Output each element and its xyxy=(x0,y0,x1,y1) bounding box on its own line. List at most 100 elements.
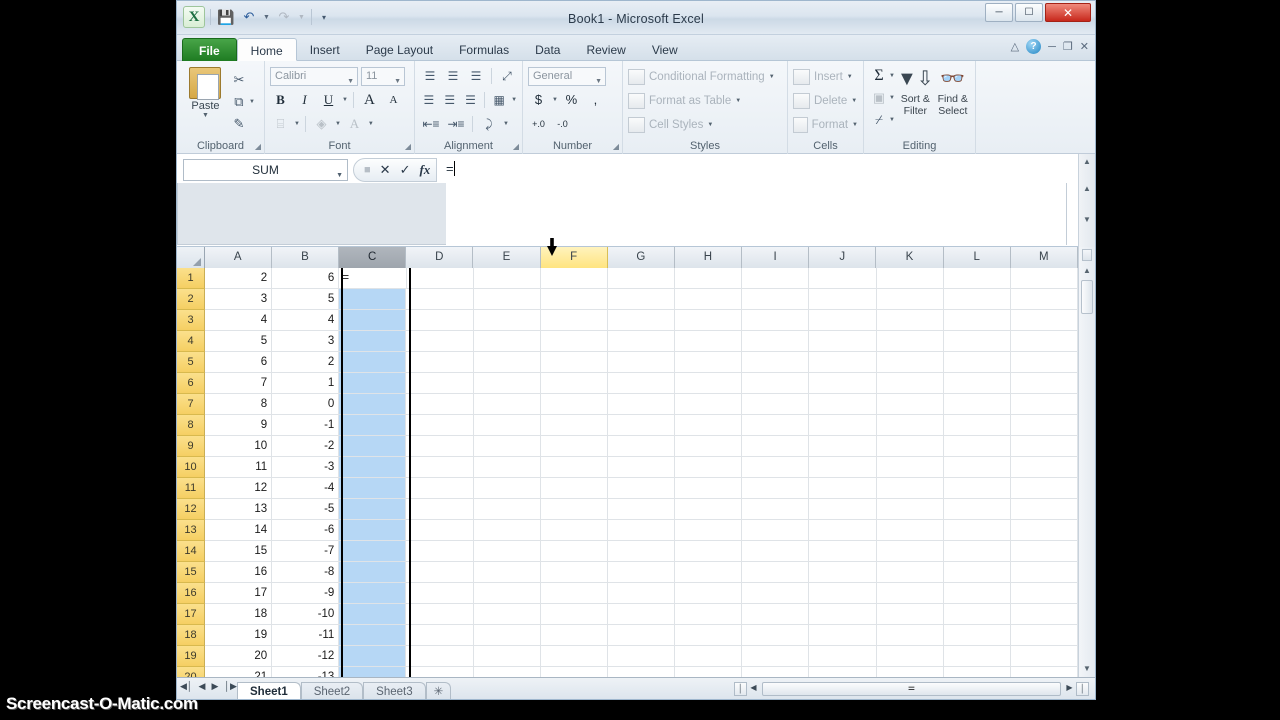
cell-J14[interactable] xyxy=(809,541,877,561)
cell-D17[interactable] xyxy=(406,604,474,624)
cell-C1[interactable]: = xyxy=(339,268,407,288)
column-header-k[interactable]: K xyxy=(876,247,944,268)
grow-font-button[interactable]: A xyxy=(359,90,380,110)
formula-scroll-up2-icon[interactable]: ▲ xyxy=(1079,184,1095,193)
cell-C15[interactable] xyxy=(339,562,407,582)
cell-L4[interactable] xyxy=(943,331,1011,351)
cell-C12[interactable] xyxy=(339,499,407,519)
cell-I17[interactable] xyxy=(742,604,810,624)
cell-C16[interactable] xyxy=(339,583,407,603)
cell-E11[interactable] xyxy=(473,478,541,498)
cell-G19[interactable] xyxy=(607,646,676,666)
cell-I10[interactable] xyxy=(742,457,810,477)
formula-scroll-up-icon[interactable]: ▲ xyxy=(1079,157,1095,166)
fill-color-dropdown-icon[interactable]: ▼ xyxy=(335,121,341,127)
cell-G1[interactable] xyxy=(607,268,676,288)
cell-I15[interactable] xyxy=(742,562,810,582)
cell-K10[interactable] xyxy=(876,457,944,477)
cell-L2[interactable] xyxy=(943,289,1011,309)
cell-B16[interactable]: -9 xyxy=(272,583,340,603)
cell-B17[interactable]: -10 xyxy=(272,604,340,624)
last-sheet-icon[interactable]: │▶ xyxy=(224,681,237,692)
increase-indent-button[interactable]: ⇥≡ xyxy=(445,114,467,134)
close-button[interactable]: ✕ xyxy=(1045,3,1091,22)
cell-F9[interactable] xyxy=(540,436,608,456)
sheet-tab-sheet1[interactable]: Sheet1 xyxy=(237,681,301,699)
hscroll-thumb[interactable]: ⚌ xyxy=(762,682,1061,696)
cell-G5[interactable] xyxy=(607,352,676,372)
cell-L18[interactable] xyxy=(943,625,1011,645)
cell-B15[interactable]: -8 xyxy=(272,562,340,582)
cell-L11[interactable] xyxy=(943,478,1011,498)
cell-H9[interactable] xyxy=(675,436,743,456)
cell-F20[interactable] xyxy=(540,667,608,677)
cell-J10[interactable] xyxy=(809,457,877,477)
cell-G15[interactable] xyxy=(607,562,676,582)
merge-dropdown-icon[interactable]: ▼ xyxy=(511,97,517,103)
align-right-button[interactable]: ☰ xyxy=(462,90,480,110)
formula-bar-expanded-right[interactable] xyxy=(446,183,1067,245)
format-cells-dropdown-icon[interactable]: ▼ xyxy=(852,122,858,128)
cell-J8[interactable] xyxy=(809,415,877,435)
cell-H6[interactable] xyxy=(675,373,743,393)
cell-E20[interactable] xyxy=(473,667,541,677)
font-size-dropdown-icon[interactable]: ▼ xyxy=(394,73,401,90)
increase-decimal-button[interactable]: +.0 xyxy=(528,114,549,134)
cell-J5[interactable] xyxy=(809,352,877,372)
cell-D4[interactable] xyxy=(406,331,474,351)
insert-function-icon[interactable]: fx xyxy=(419,162,430,178)
cell-C20[interactable] xyxy=(339,667,407,677)
cell-G16[interactable] xyxy=(607,583,676,603)
cell-J17[interactable] xyxy=(809,604,877,624)
cell-L16[interactable] xyxy=(943,583,1011,603)
cell-B1[interactable]: 6 xyxy=(272,268,340,288)
cell-J11[interactable] xyxy=(809,478,877,498)
cell-L20[interactable] xyxy=(943,667,1011,677)
row-header-12[interactable]: 12 xyxy=(177,499,205,520)
cell-J4[interactable] xyxy=(809,331,877,351)
tab-review[interactable]: Review xyxy=(573,38,638,61)
cell-K13[interactable] xyxy=(876,520,944,540)
cell-F3[interactable] xyxy=(540,310,608,330)
bold-button[interactable]: B xyxy=(270,90,291,110)
row-header-10[interactable]: 10 xyxy=(177,457,205,478)
copy-dropdown-icon[interactable]: ▼ xyxy=(249,99,255,105)
sheet-tab-sheet2[interactable]: Sheet2 xyxy=(300,681,364,699)
cell-L7[interactable] xyxy=(943,394,1011,414)
cell-D14[interactable] xyxy=(406,541,474,561)
cell-H20[interactable] xyxy=(675,667,743,677)
conditional-formatting-button[interactable]: Conditional Formatting ▼ xyxy=(628,65,782,89)
cell-E16[interactable] xyxy=(473,583,541,603)
cell-J18[interactable] xyxy=(809,625,877,645)
cell-G8[interactable] xyxy=(607,415,676,435)
cell-K15[interactable] xyxy=(876,562,944,582)
cell-B5[interactable]: 2 xyxy=(272,352,340,372)
font-dialog-launcher[interactable]: ◢ xyxy=(405,142,411,151)
name-box[interactable]: SUM ▼ xyxy=(183,159,348,181)
borders-dropdown-icon[interactable]: ▼ xyxy=(294,121,300,127)
cell-L9[interactable] xyxy=(943,436,1011,456)
cell-F6[interactable] xyxy=(540,373,608,393)
clipboard-dialog-launcher[interactable]: ◢ xyxy=(255,142,261,151)
cell-E8[interactable] xyxy=(473,415,541,435)
cell-C2[interactable] xyxy=(339,289,407,309)
cell-C10[interactable] xyxy=(339,457,407,477)
cell-I16[interactable] xyxy=(742,583,810,603)
number-dialog-launcher[interactable]: ◢ xyxy=(613,142,619,151)
row-header-3[interactable]: 3 xyxy=(177,310,205,331)
cell-B4[interactable]: 3 xyxy=(272,331,340,351)
italic-button[interactable]: I xyxy=(294,90,315,110)
row-header-14[interactable]: 14 xyxy=(177,541,205,562)
column-header-a[interactable]: A xyxy=(204,247,272,268)
font-color-button[interactable]: A xyxy=(344,114,365,134)
align-left-button[interactable]: ☰ xyxy=(420,90,438,110)
autosum-dropdown-icon[interactable]: ▼ xyxy=(889,73,895,79)
cell-J3[interactable] xyxy=(809,310,877,330)
cell-F8[interactable] xyxy=(540,415,608,435)
font-name-dropdown-icon[interactable]: ▼ xyxy=(347,73,354,90)
cell-A16[interactable]: 17 xyxy=(205,583,273,603)
cell-H14[interactable] xyxy=(675,541,743,561)
percent-button[interactable]: % xyxy=(561,90,582,110)
font-name-combo[interactable]: Calibri ▼ xyxy=(270,66,358,86)
tab-page-layout[interactable]: Page Layout xyxy=(353,38,446,61)
